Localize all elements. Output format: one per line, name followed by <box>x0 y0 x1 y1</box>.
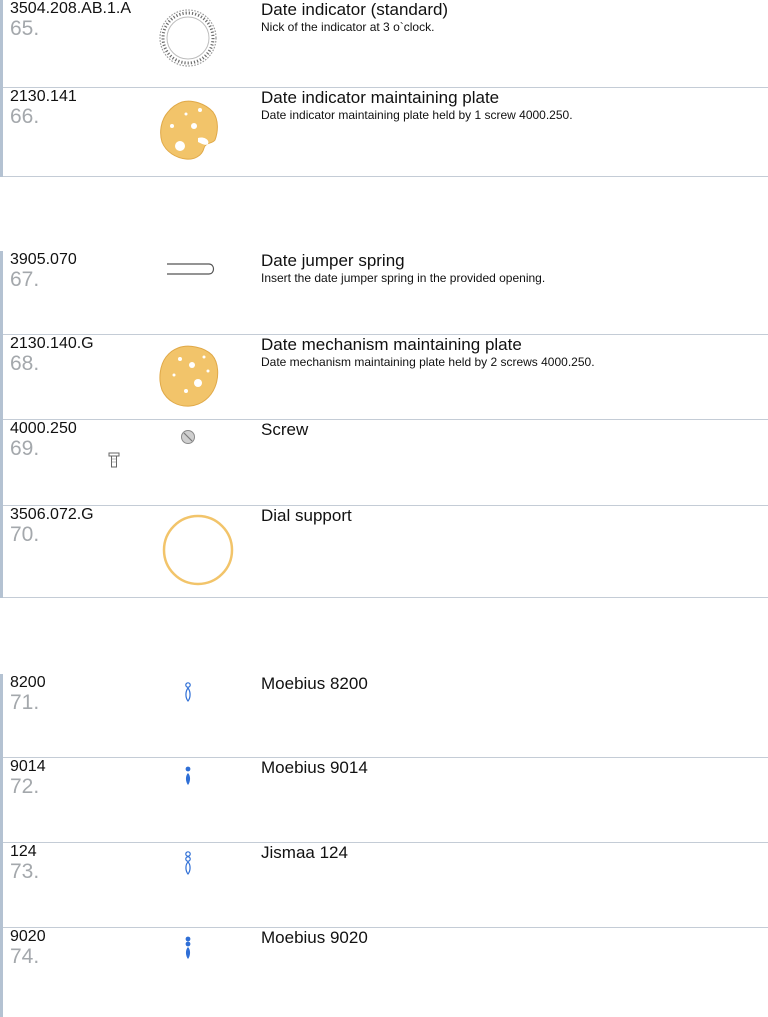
step-number: 71. <box>10 691 40 714</box>
part-row-73: 124 73. Jismaa 124 <box>3 843 768 928</box>
part-reference: 9020 <box>10 928 46 945</box>
part-title: Moebius 9020 <box>261 928 368 947</box>
part-row-69: 4000.250 69. Screw <box>3 420 768 506</box>
part-description: Nick of the indicator at 3 o`clock. <box>261 20 435 34</box>
part-title: Date indicator maintaining plate <box>261 88 500 107</box>
part-group-1: 3504.208.AB.1.A 65. Date indicator (stan… <box>0 0 768 177</box>
part-group-3: 8200 71. Moebius 8200 9014 72. Moebius 9… <box>0 674 768 1017</box>
step-number: 66. <box>10 105 40 128</box>
part-reference: 9014 <box>10 758 46 775</box>
part-row-74: 9020 74. Moebius 9020 <box>3 928 768 1016</box>
step-number: 65. <box>10 17 40 40</box>
part-row-70: 3506.072.G 70. Dial support <box>3 506 768 598</box>
part-row-72: 9014 72. Moebius 9014 <box>3 758 768 843</box>
gold-plate-icon <box>160 100 218 160</box>
oiler-outline-icon <box>185 851 191 875</box>
part-reference: 8200 <box>10 674 46 691</box>
part-reference: 124 <box>10 843 37 860</box>
step-number: 70. <box>10 523 40 546</box>
part-row-67: 3905.070 67. Date jumper spring Insert t… <box>3 251 768 335</box>
oiler-filled-icon <box>185 936 191 959</box>
part-title: Screw <box>261 420 309 439</box>
part-row-71: 8200 71. Moebius 8200 <box>3 674 768 758</box>
part-row-66: 2130.141 66. Date indicator maintaining … <box>3 88 768 177</box>
part-title: Date indicator (standard) <box>261 0 449 19</box>
step-number: 68. <box>10 352 40 375</box>
part-group-2: 3905.070 67. Date jumper spring Insert t… <box>0 251 768 598</box>
screw-side-icon <box>108 452 120 468</box>
part-reference: 3504.208.AB.1.A <box>10 0 131 17</box>
part-title: Moebius 9014 <box>261 758 368 777</box>
step-number: 73. <box>10 860 40 883</box>
part-reference: 2130.140.G <box>10 335 94 352</box>
part-title: Date mechanism maintaining plate <box>261 335 522 354</box>
part-title: Jismaa 124 <box>261 843 348 862</box>
part-description: Date indicator maintaining plate held by… <box>261 108 573 122</box>
screw-icon <box>181 430 195 444</box>
part-title: Date jumper spring <box>261 251 405 270</box>
step-number: 74. <box>10 945 40 968</box>
part-reference: 2130.141 <box>10 88 77 105</box>
step-number: 67. <box>10 268 40 291</box>
oiler-filled-icon <box>185 766 191 785</box>
part-title: Dial support <box>261 506 352 525</box>
step-number: 69. <box>10 437 40 460</box>
part-reference: 3506.072.G <box>10 506 94 523</box>
spring-icon <box>167 263 215 275</box>
date-ring-icon <box>159 9 217 67</box>
part-row-68: 2130.140.G 68. Date mechanism maintainin… <box>3 335 768 420</box>
part-description: Insert the date jumper spring in the pro… <box>261 271 546 285</box>
part-reference: 3905.070 <box>10 251 77 268</box>
part-row-65: 3504.208.AB.1.A 65. Date indicator (stan… <box>3 0 768 88</box>
oiler-outline-icon <box>185 682 191 702</box>
gold-ring-icon <box>162 514 234 586</box>
part-description: Date mechanism maintaining plate held by… <box>261 355 595 369</box>
part-title: Moebius 8200 <box>261 674 368 693</box>
gold-plate-icon <box>159 345 219 407</box>
part-reference: 4000.250 <box>10 420 77 437</box>
step-number: 72. <box>10 775 40 798</box>
